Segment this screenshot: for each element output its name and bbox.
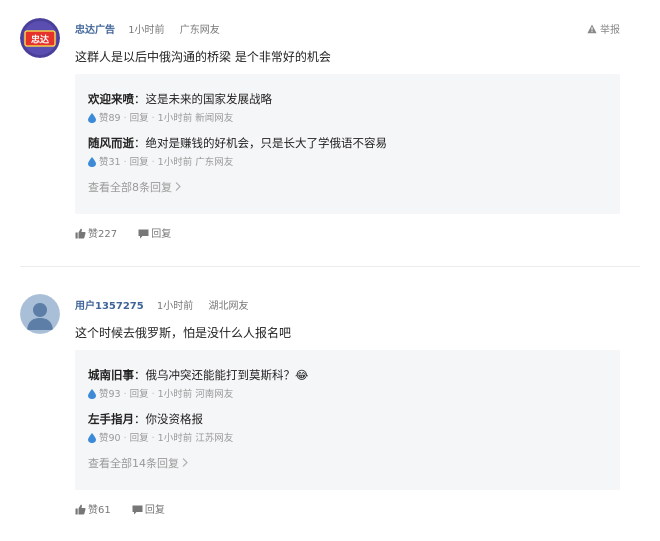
reply-body: ：你没资格报	[134, 412, 203, 426]
water-drop-icon[interactable]	[88, 113, 96, 123]
reply-item: 左手指月：你没资格报 赞90 · 回复 · 1小时前 江苏网友	[88, 410, 608, 446]
reply-time: 1小时前	[157, 433, 193, 444]
reply-item: 欢迎来喷：这是未来的国家发展战略 赞89 · 回复 · 1小时前 新闻网友	[88, 90, 608, 126]
reply-like-count[interactable]: 赞89	[99, 113, 121, 124]
reply-reply-button[interactable]: 回复	[130, 433, 149, 444]
comment-location: 广东网友	[179, 25, 220, 36]
reply-like-count[interactable]: 赞93	[99, 389, 121, 400]
avatar[interactable]: 忠达	[20, 18, 60, 58]
chevron-right-icon	[182, 458, 188, 467]
reply-like-count[interactable]: 赞90	[99, 433, 121, 444]
reply-location: 广东网友	[195, 157, 234, 168]
comment-meta: 忠达广告 1小时前 广东网友	[75, 24, 220, 38]
avatar-image: 忠达	[20, 18, 60, 58]
reply-body: ：俄乌冲突还能能打到莫斯科？😂	[134, 368, 309, 382]
view-all-replies-link[interactable]: 查看全部8条回复	[88, 180, 181, 196]
reply-button[interactable]: 回复	[138, 228, 171, 242]
reply-reply-button[interactable]: 回复	[130, 157, 149, 168]
reply-meta: 赞31 · 回复 · 1小时前 广东网友	[88, 156, 608, 170]
avatar[interactable]	[20, 294, 60, 334]
reply-time: 1小时前	[157, 389, 193, 400]
separator-dot: ·	[123, 433, 127, 444]
reply-text: 城南旧事：俄乌冲突还能能打到莫斯科？😂	[88, 366, 608, 384]
reply-meta: 赞89 · 回复 · 1小时前 新闻网友	[88, 112, 608, 126]
report-button[interactable]: 举报	[587, 24, 620, 38]
chevron-right-icon	[175, 182, 181, 191]
reply-location: 河南网友	[195, 389, 234, 400]
reply-item: 随风而逝：绝对是赚钱的好机会，只是长大了学俄语不容易 赞31 · 回复 · 1小时前 广…	[88, 134, 608, 170]
reply-username[interactable]: 随风而逝	[88, 136, 134, 150]
separator-dot: ·	[151, 157, 155, 168]
water-drop-icon[interactable]	[88, 157, 96, 167]
separator-dot: ·	[151, 113, 155, 124]
comment-meta: 用户1357275 1小时前 湖北网友	[75, 300, 248, 314]
comment-time: 1小时前	[156, 301, 194, 312]
divider	[20, 266, 640, 267]
reply-label: 回复	[151, 229, 172, 240]
avatar-text: 忠达	[31, 34, 49, 46]
separator-dot: ·	[123, 113, 127, 124]
warning-triangle-icon	[587, 24, 597, 34]
thumbs-up-icon	[75, 504, 86, 515]
reply-body: ：这是未来的国家发展战略	[134, 92, 272, 106]
like-count: 赞227	[88, 229, 118, 240]
reply-label: 回复	[144, 505, 165, 516]
comment-time: 1小时前	[128, 25, 165, 36]
username[interactable]: 用户1357275	[75, 301, 144, 312]
view-all-label: 查看全部8条回复	[88, 181, 172, 194]
separator-dot: ·	[123, 389, 127, 400]
reply-text: 欢迎来喷：这是未来的国家发展战略	[88, 90, 608, 108]
comment-content: 这个时候去俄罗斯，怕是没什么人报名吧	[75, 326, 292, 340]
username[interactable]: 忠达广告	[75, 25, 115, 36]
comment-actions: 赞61 回复	[75, 504, 183, 518]
reply-location: 江苏网友	[195, 433, 234, 444]
reply-item: 城南旧事：俄乌冲突还能能打到莫斯科？😂 赞93 · 回复 · 1小时前 河南网友	[88, 366, 608, 402]
reply-username[interactable]: 左手指月	[88, 412, 134, 426]
like-count: 赞61	[88, 505, 111, 516]
reply-time: 1小时前	[157, 113, 193, 124]
thumbs-up-icon	[75, 228, 86, 239]
speech-bubble-icon	[132, 505, 143, 515]
separator-dot: ·	[123, 157, 127, 168]
reply-button[interactable]: 回复	[132, 504, 165, 518]
like-button[interactable]: 赞61	[75, 504, 111, 518]
view-all-replies-link[interactable]: 查看全部14条回复	[88, 456, 188, 472]
comment-content: 这群人是以后中俄沟通的桥梁 是个非常好的机会	[75, 50, 331, 64]
reply-text: 左手指月：你没资格报	[88, 410, 608, 428]
view-all-label: 查看全部14条回复	[88, 457, 179, 470]
reply-body: ：绝对是赚钱的好机会，只是长大了学俄语不容易	[134, 136, 387, 150]
separator-dot: ·	[151, 433, 155, 444]
reply-location: 新闻网友	[195, 113, 234, 124]
reply-reply-button[interactable]: 回复	[130, 389, 149, 400]
default-user-avatar-icon	[20, 294, 60, 334]
reply-text: 随风而逝：绝对是赚钱的好机会，只是长大了学俄语不容易	[88, 134, 608, 152]
reply-username[interactable]: 欢迎来喷	[88, 92, 134, 106]
reply-box: 欢迎来喷：这是未来的国家发展战略 赞89 · 回复 · 1小时前 新闻网友 随风而逝：绝…	[75, 74, 620, 214]
reply-meta: 赞90 · 回复 · 1小时前 江苏网友	[88, 432, 608, 446]
comment-location: 湖北网友	[208, 301, 249, 312]
like-button[interactable]: 赞227	[75, 228, 117, 242]
comment-actions: 赞227 回复	[75, 228, 189, 242]
water-drop-icon[interactable]	[88, 433, 96, 443]
water-drop-icon[interactable]	[88, 389, 96, 399]
reply-username[interactable]: 城南旧事	[88, 368, 134, 382]
reply-like-count[interactable]: 赞31	[99, 157, 121, 168]
speech-bubble-icon	[138, 229, 149, 239]
reply-reply-button[interactable]: 回复	[130, 113, 149, 124]
reply-meta: 赞93 · 回复 · 1小时前 河南网友	[88, 388, 608, 402]
separator-dot: ·	[151, 389, 155, 400]
reply-box: 城南旧事：俄乌冲突还能能打到莫斯科？😂 赞93 · 回复 · 1小时前 河南网友 左手指…	[75, 350, 620, 490]
reply-time: 1小时前	[157, 157, 193, 168]
report-label: 举报	[600, 25, 620, 36]
